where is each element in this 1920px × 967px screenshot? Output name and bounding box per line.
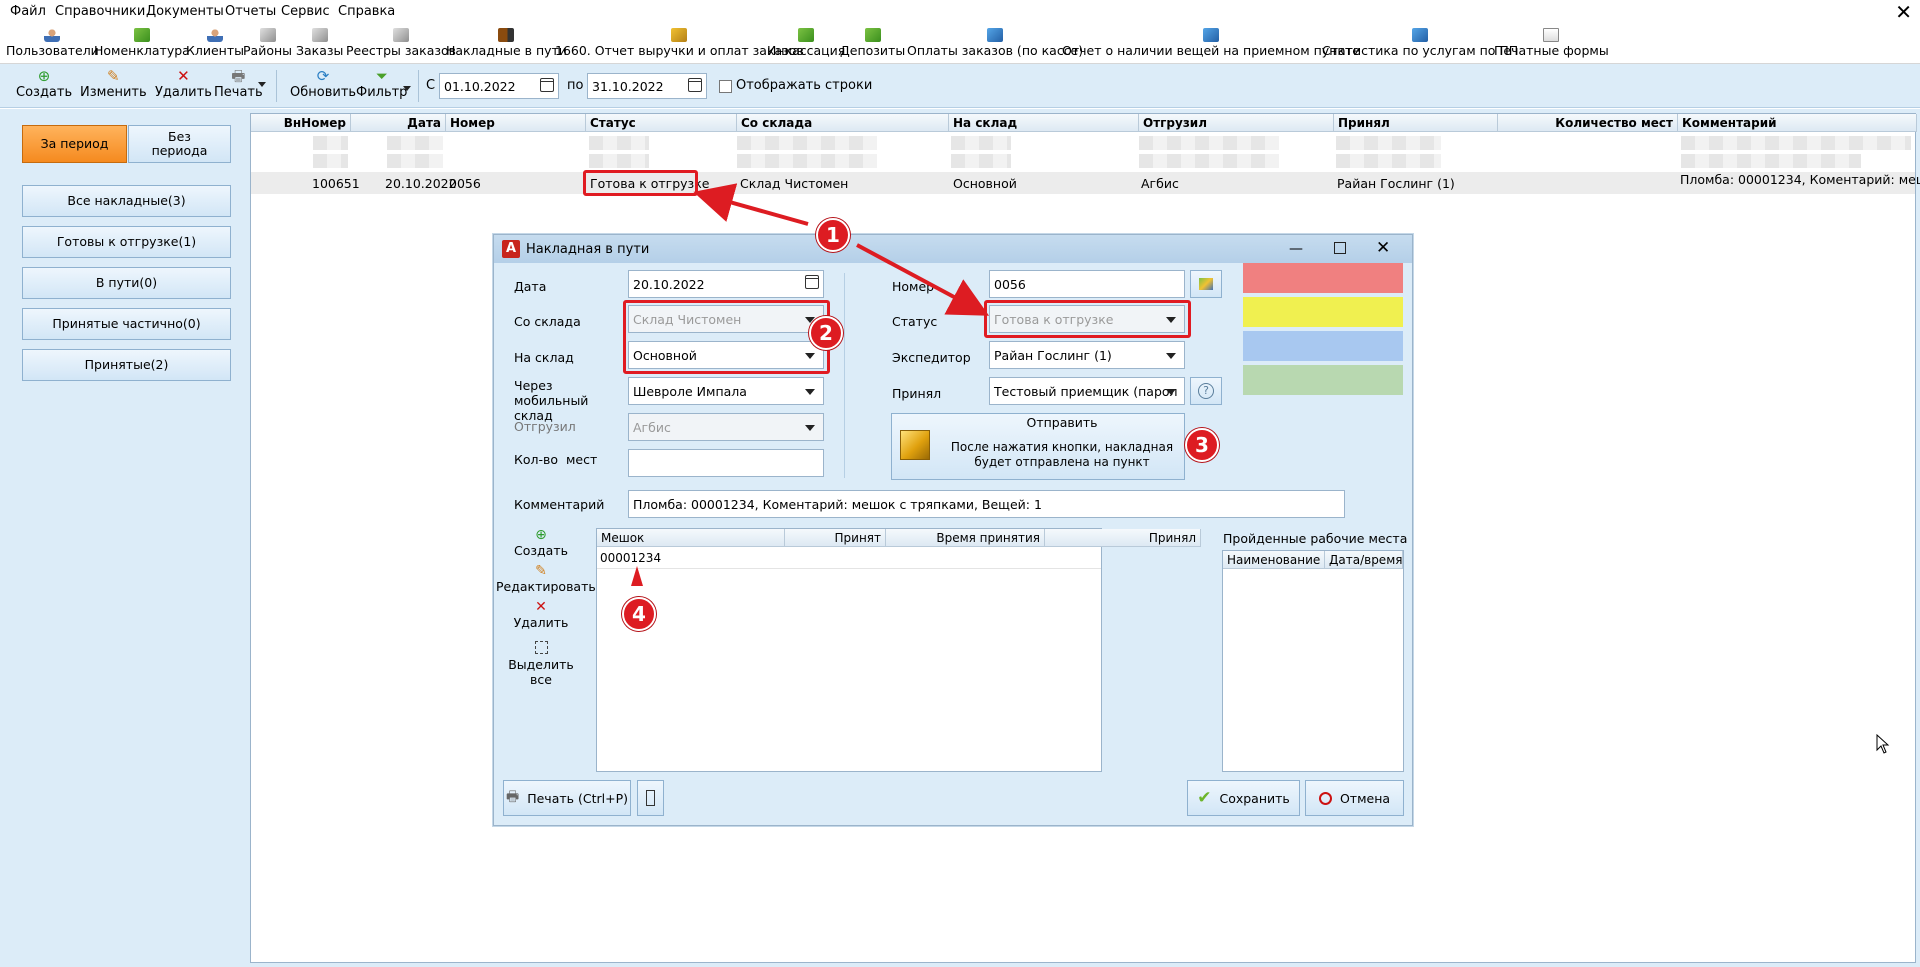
mouse-cursor-icon <box>1876 734 1890 754</box>
arrow-to-bag <box>631 566 643 586</box>
callout-1: 1 <box>816 218 850 252</box>
arrow-to-grid-status <box>693 183 809 226</box>
annotation-arrows <box>631 183 990 586</box>
arrow-to-dialog-status <box>856 243 990 316</box>
callout-4: 4 <box>622 597 656 631</box>
callout-3: 3 <box>1185 428 1219 462</box>
callout-2: 2 <box>809 316 843 350</box>
